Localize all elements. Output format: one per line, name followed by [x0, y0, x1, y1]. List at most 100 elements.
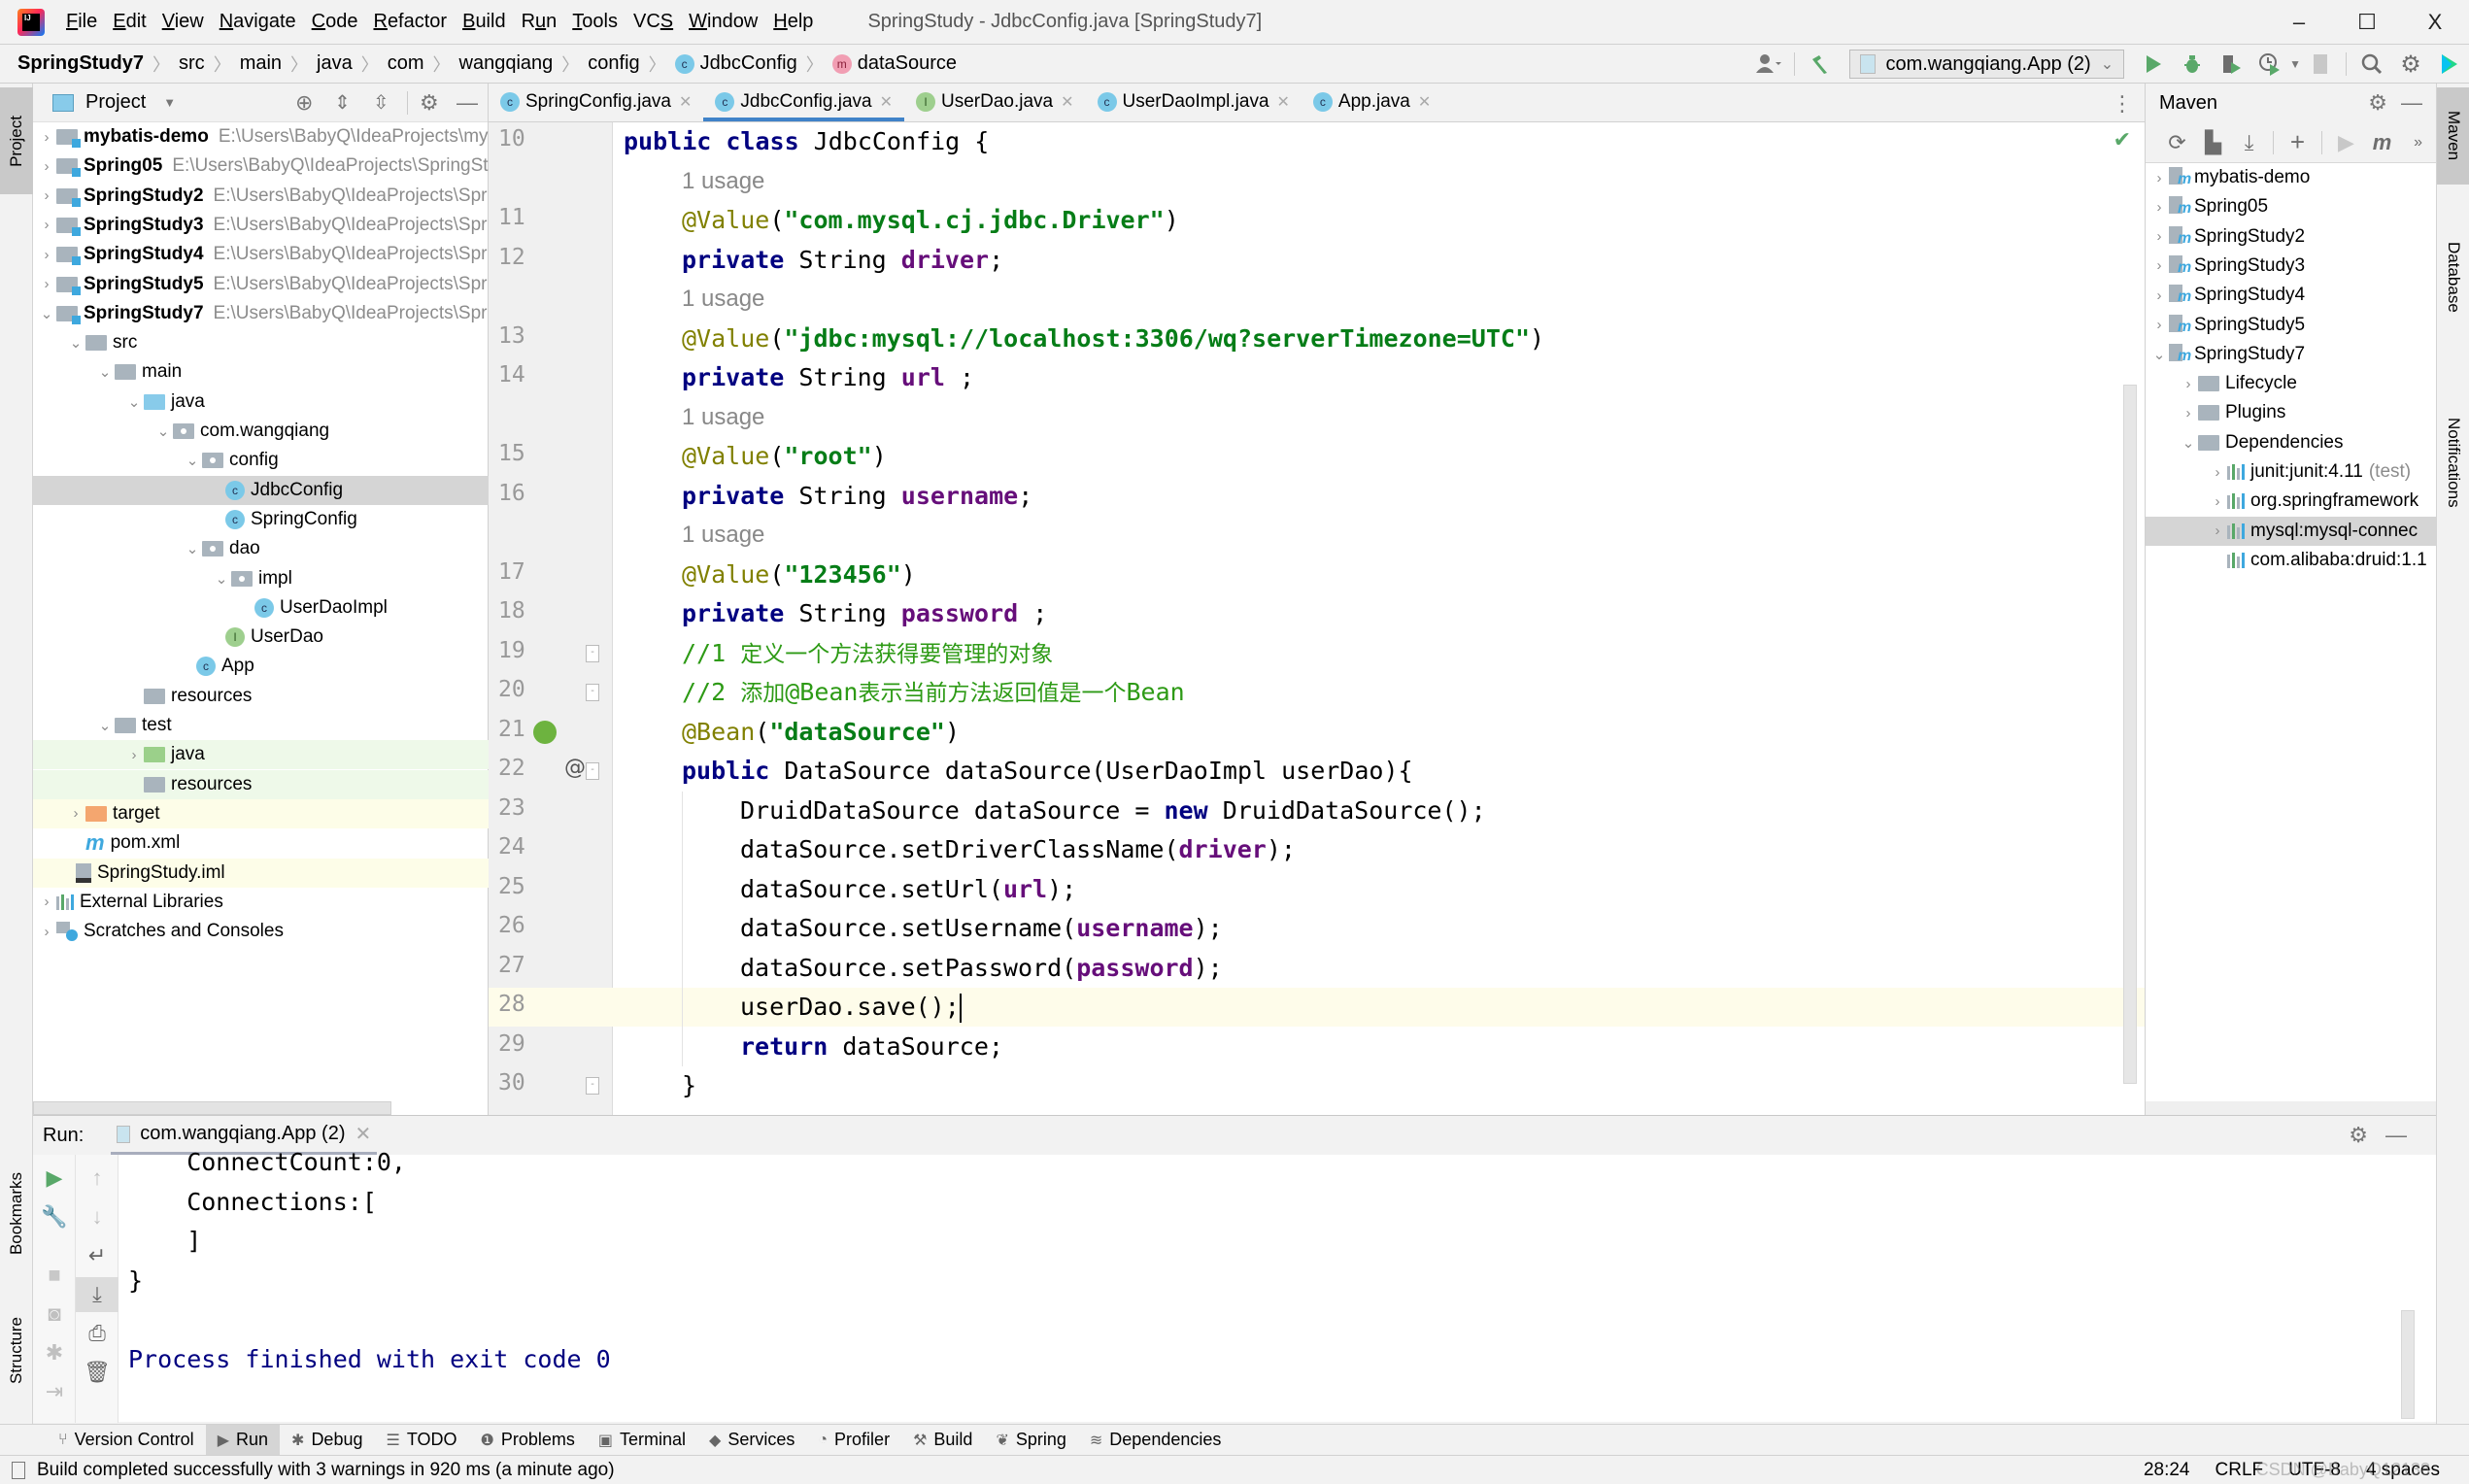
project-tree-item[interactable]: ⌄ config [33, 446, 489, 475]
menu-help[interactable]: Help [773, 11, 813, 33]
more-icon[interactable]: » [2404, 127, 2432, 158]
stop-icon[interactable] [2305, 49, 2336, 80]
usage-hint[interactable]: 1 usage [682, 280, 764, 319]
tool-window-version-control[interactable]: ⑂ Version Control [47, 1425, 206, 1456]
hide-panel-icon[interactable]: — [2401, 90, 2422, 116]
fold-end-icon[interactable]: - [586, 684, 599, 701]
toggle-tool-windows-icon[interactable] [12, 1461, 25, 1479]
up-arrow-icon[interactable]: ↑ [76, 1161, 118, 1196]
chevron-right-icon[interactable]: › [2208, 493, 2227, 510]
chevron-down-icon[interactable]: ⌄ [2149, 346, 2169, 363]
menu-view[interactable]: View [162, 11, 204, 33]
menu-file[interactable]: File [66, 11, 97, 33]
menu-build[interactable]: Build [462, 11, 505, 33]
tool-window-services[interactable]: ◆ Services [697, 1425, 806, 1456]
soft-wrap-icon[interactable]: ↵ [76, 1238, 118, 1273]
breadcrumb-item[interactable]: java [317, 52, 353, 75]
project-tree-item[interactable]: SpringStudy.iml [33, 858, 489, 888]
stripe-tab-structure[interactable]: Structure [0, 1292, 33, 1408]
maven-tree-item[interactable]: › mysql:mysql-connec [2146, 516, 2437, 546]
tool-window-run[interactable]: ▶ Run [205, 1424, 281, 1456]
fold-start-icon[interactable]: - [586, 762, 599, 780]
menu-navigate[interactable]: Navigate [220, 11, 296, 33]
project-tree-item[interactable]: › External Libraries [33, 888, 489, 917]
chevron-right-icon[interactable]: › [37, 276, 56, 292]
project-tree-item[interactable]: I UserDao [33, 623, 489, 652]
project-tree-item[interactable]: ⌄ src [33, 328, 489, 357]
project-tree-item[interactable]: c UserDaoImpl [33, 593, 489, 623]
project-tree-item[interactable]: › SpringStudy5 E:\Users\BabyQ\IdeaProjects… [33, 270, 489, 299]
usage-hint[interactable]: 1 usage [682, 162, 764, 201]
maven-tree-item[interactable]: › SpringStudy4 [2146, 281, 2437, 310]
project-tree-item[interactable]: ⌄ test [33, 711, 489, 740]
tool-window-profiler[interactable]: ◔ Profiler [806, 1425, 901, 1456]
close-tab-icon[interactable]: ✕ [880, 92, 893, 112]
run-icon[interactable] [2138, 49, 2169, 80]
run-icon[interactable]: ▶ [2332, 127, 2360, 158]
menu-code[interactable]: Code [312, 11, 358, 33]
settings-icon[interactable]: ⚙ [2395, 49, 2426, 80]
maven-tree-item[interactable]: › SpringStudy5 [2146, 311, 2437, 340]
reload-icon[interactable]: ⟳ [2163, 127, 2191, 158]
horizontal-scrollbar[interactable] [33, 1101, 391, 1115]
project-tree-item[interactable]: ⌄ java [33, 388, 489, 417]
maven-tree-item[interactable]: ⌄ Dependencies [2146, 428, 2437, 457]
breadcrumb-item[interactable]: com [388, 52, 424, 75]
breadcrumb-item[interactable]: m dataSource [831, 52, 957, 75]
locate-file-icon[interactable]: ⊕ [295, 90, 313, 116]
rerun-icon[interactable]: ▶ [33, 1161, 76, 1196]
chevron-right-icon[interactable]: › [2149, 317, 2169, 333]
project-panel-title[interactable]: Project [85, 91, 146, 114]
maven-tree-item[interactable]: › mybatis-demo [2146, 163, 2437, 192]
console-scrollbar[interactable] [2401, 1310, 2415, 1419]
minimize-button[interactable]: – [2265, 0, 2333, 45]
breadcrumb-item[interactable]: c JdbcConfig [674, 52, 797, 75]
menu-window[interactable]: Window [689, 11, 758, 33]
project-tree-item[interactable]: › mybatis-demo E:\Users\BabyQ\IdeaProjects… [33, 122, 489, 152]
maven-tree-item[interactable]: › SpringStudy2 [2146, 222, 2437, 252]
stop-icon[interactable]: ■ [33, 1258, 76, 1293]
maven-tree-item[interactable]: › junit:junit:4.11 (test) [2146, 457, 2437, 487]
settings-icon[interactable]: ⚙ [420, 90, 439, 116]
close-tab-icon[interactable]: ✕ [1061, 92, 1073, 112]
project-tree-item[interactable]: ⌄ com.wangqiang [33, 417, 489, 446]
search-icon[interactable] [2356, 49, 2387, 80]
breadcrumb-item[interactable]: SpringStudy7 [17, 52, 144, 75]
scroll-to-end-icon[interactable]: ⤓ [76, 1277, 118, 1312]
caret-position[interactable]: 28:24 [2144, 1460, 2190, 1481]
tool-window-build[interactable]: ⚒ Build [901, 1425, 984, 1456]
debug-disabled-icon[interactable]: ✱ [33, 1335, 76, 1370]
breadcrumb-item[interactable]: src [179, 52, 205, 75]
run-configuration-select[interactable]: com.wangqiang.App (2) ⌄ [1849, 50, 2125, 79]
clear-all-icon[interactable]: 🗑 [76, 1355, 118, 1390]
hide-panel-icon[interactable]: — [457, 90, 478, 116]
close-tab-icon[interactable]: ✕ [679, 92, 692, 112]
settings-icon[interactable]: ⚙ [2349, 1123, 2368, 1148]
maximize-button[interactable]: ☐ [2333, 0, 2401, 45]
settings-icon[interactable]: ⚙ [2368, 90, 2387, 116]
maven-goal-icon[interactable]: m [2368, 127, 2396, 158]
intellij-logo-icon[interactable]: IJ [17, 8, 45, 36]
chevron-down-icon[interactable]: ▼ [163, 95, 176, 110]
project-tree-item[interactable]: ⌄ main [33, 357, 489, 387]
horizontal-scrollbar[interactable] [2146, 1101, 2437, 1115]
chevron-down-icon[interactable]: ⌄ [2179, 434, 2198, 452]
autowired-at-icon[interactable]: @ [564, 756, 586, 780]
hide-panel-icon[interactable]: — [2385, 1123, 2407, 1148]
menu-refactor[interactable]: Refactor [373, 11, 447, 33]
chevron-down-icon[interactable]: ⌄ [153, 422, 173, 440]
project-tree-item[interactable]: m pom.xml [33, 828, 489, 858]
print-icon[interactable]: ⎙ [76, 1316, 118, 1351]
maven-tree-item[interactable]: › Lifecycle [2146, 369, 2437, 398]
chevron-down-icon[interactable]: ⌄ [183, 540, 202, 557]
usage-hint[interactable]: 1 usage [682, 516, 764, 555]
maven-tree-item[interactable]: com.alibaba:druid:1.1 [2146, 546, 2437, 575]
stripe-tab-bookmarks[interactable]: Bookmarks [0, 1156, 33, 1272]
breadcrumb-item[interactable]: main [240, 52, 282, 75]
project-tree-item[interactable]: › java [33, 740, 489, 770]
close-button[interactable]: X [2401, 0, 2469, 45]
tool-window-problems[interactable]: ❶ Problems [469, 1425, 587, 1456]
project-tree-item[interactable]: ⌄ dao [33, 534, 489, 563]
project-tree-item[interactable]: c SpringConfig [33, 505, 489, 534]
fold-end-icon[interactable]: - [586, 1077, 599, 1095]
